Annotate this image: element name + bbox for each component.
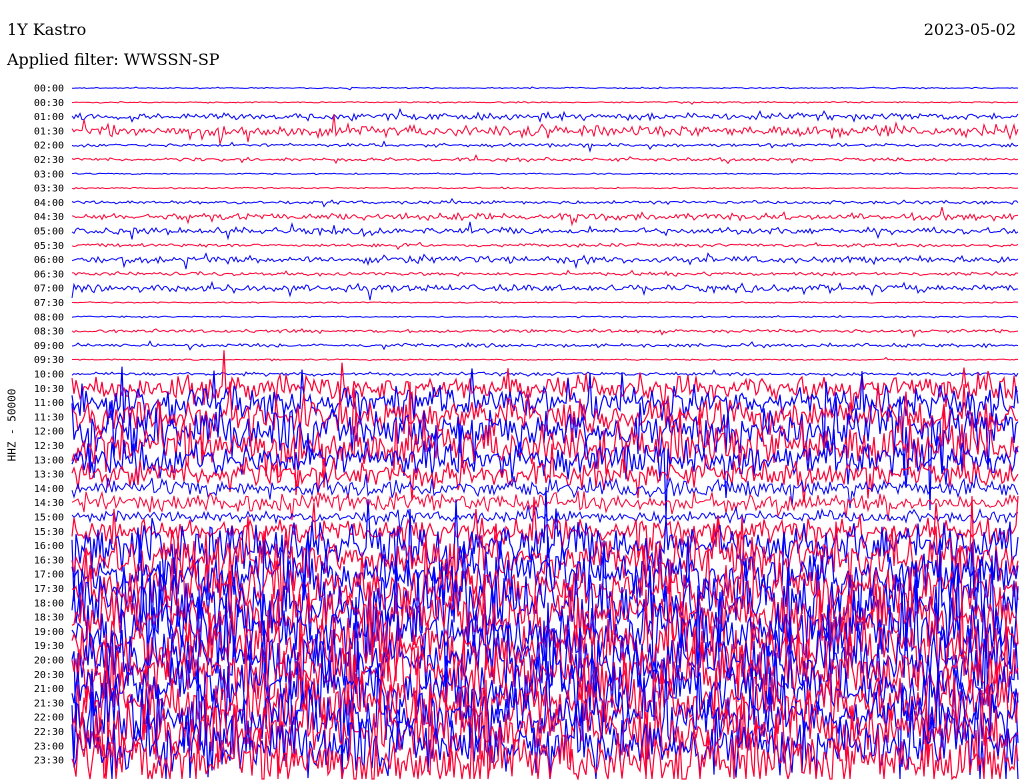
row-label: 22:30	[34, 727, 64, 738]
trace-0130	[71, 114, 1019, 145]
trace-0700	[71, 280, 1019, 301]
row-label: 15:30	[34, 527, 64, 538]
row-label: 22:00	[34, 713, 64, 724]
row-label: 09:00	[34, 341, 64, 352]
row-label: 00:00	[34, 84, 64, 95]
row-label: 02:00	[34, 141, 64, 152]
row-label: 13:00	[34, 455, 64, 466]
row-label: 11:30	[34, 412, 64, 423]
trace-0200	[71, 140, 1019, 154]
row-label: 10:30	[34, 384, 64, 395]
trace-0430	[71, 206, 1019, 227]
row-label: 04:30	[34, 212, 64, 223]
row-label: 18:00	[34, 598, 64, 609]
row-label: 09:30	[34, 355, 64, 366]
row-label: 04:00	[34, 198, 64, 209]
row-label: 16:30	[34, 555, 64, 566]
row-label: 00:30	[34, 98, 64, 109]
row-label: 19:00	[34, 627, 64, 638]
row-label: 05:00	[34, 227, 64, 238]
trace-0500	[71, 221, 1019, 241]
row-label: 08:30	[34, 327, 64, 338]
row-label: 07:00	[34, 284, 64, 295]
helicorder-plot: 00:00 00:30 01:00 01:30 02:00 02:30 03:00 03:30…	[34, 84, 1019, 780]
row-label: 12:00	[34, 427, 64, 438]
trace-0100	[71, 107, 1019, 123]
row-label: 14:00	[34, 484, 64, 495]
row-label: 01:00	[34, 112, 64, 123]
row-label: 14:30	[34, 498, 64, 509]
trace-0400	[71, 197, 1019, 208]
trace-0930	[72, 356, 1019, 362]
row-label: 06:00	[34, 255, 64, 266]
trace-0230	[71, 154, 1019, 165]
trace-0730	[71, 301, 1019, 304]
row-label: 01:30	[34, 126, 64, 137]
row-label: 20:30	[34, 670, 64, 681]
row-label: 13:30	[34, 470, 64, 481]
row-label: 05:30	[34, 241, 64, 252]
row-label: 23:30	[34, 756, 64, 767]
row-label: 11:00	[34, 398, 64, 409]
trace-0030	[71, 100, 1019, 105]
row-label: 19:30	[34, 641, 64, 652]
row-label: 08:00	[34, 312, 64, 323]
row-label: 06:30	[34, 269, 64, 280]
row-label: 03:00	[34, 169, 64, 180]
trace-0600	[71, 252, 1019, 270]
row-label: 15:00	[34, 513, 64, 524]
trace-0300	[71, 172, 1019, 176]
trace-0800	[71, 314, 1019, 319]
row-label: 07:30	[34, 298, 64, 309]
trace-0330	[71, 186, 1019, 190]
trace-0000	[72, 86, 1019, 91]
row-label: 18:30	[34, 613, 64, 624]
row-label-group: 00:00 00:30 01:00 01:30 02:00 02:30 03:00 03:30…	[34, 84, 64, 767]
row-label: 02:30	[34, 155, 64, 166]
trace-group	[71, 86, 1019, 780]
row-label: 03:30	[34, 184, 64, 195]
seismogram-page: 1Y Kastro 2023-05-02 Applied filter: WWS…	[0, 0, 1024, 780]
row-label: 20:00	[34, 656, 64, 667]
row-label: 17:30	[34, 584, 64, 595]
trace-0900	[71, 340, 1019, 351]
trace-0530	[71, 241, 1019, 250]
row-label: 23:00	[34, 741, 64, 752]
row-label: 12:30	[34, 441, 64, 452]
row-label: 21:00	[34, 684, 64, 695]
row-label: 10:00	[34, 370, 64, 381]
row-label: 21:30	[34, 698, 64, 709]
trace-0830	[71, 328, 1019, 338]
row-label: 17:00	[34, 570, 64, 581]
row-label: 16:00	[34, 541, 64, 552]
trace-0630	[71, 269, 1019, 277]
